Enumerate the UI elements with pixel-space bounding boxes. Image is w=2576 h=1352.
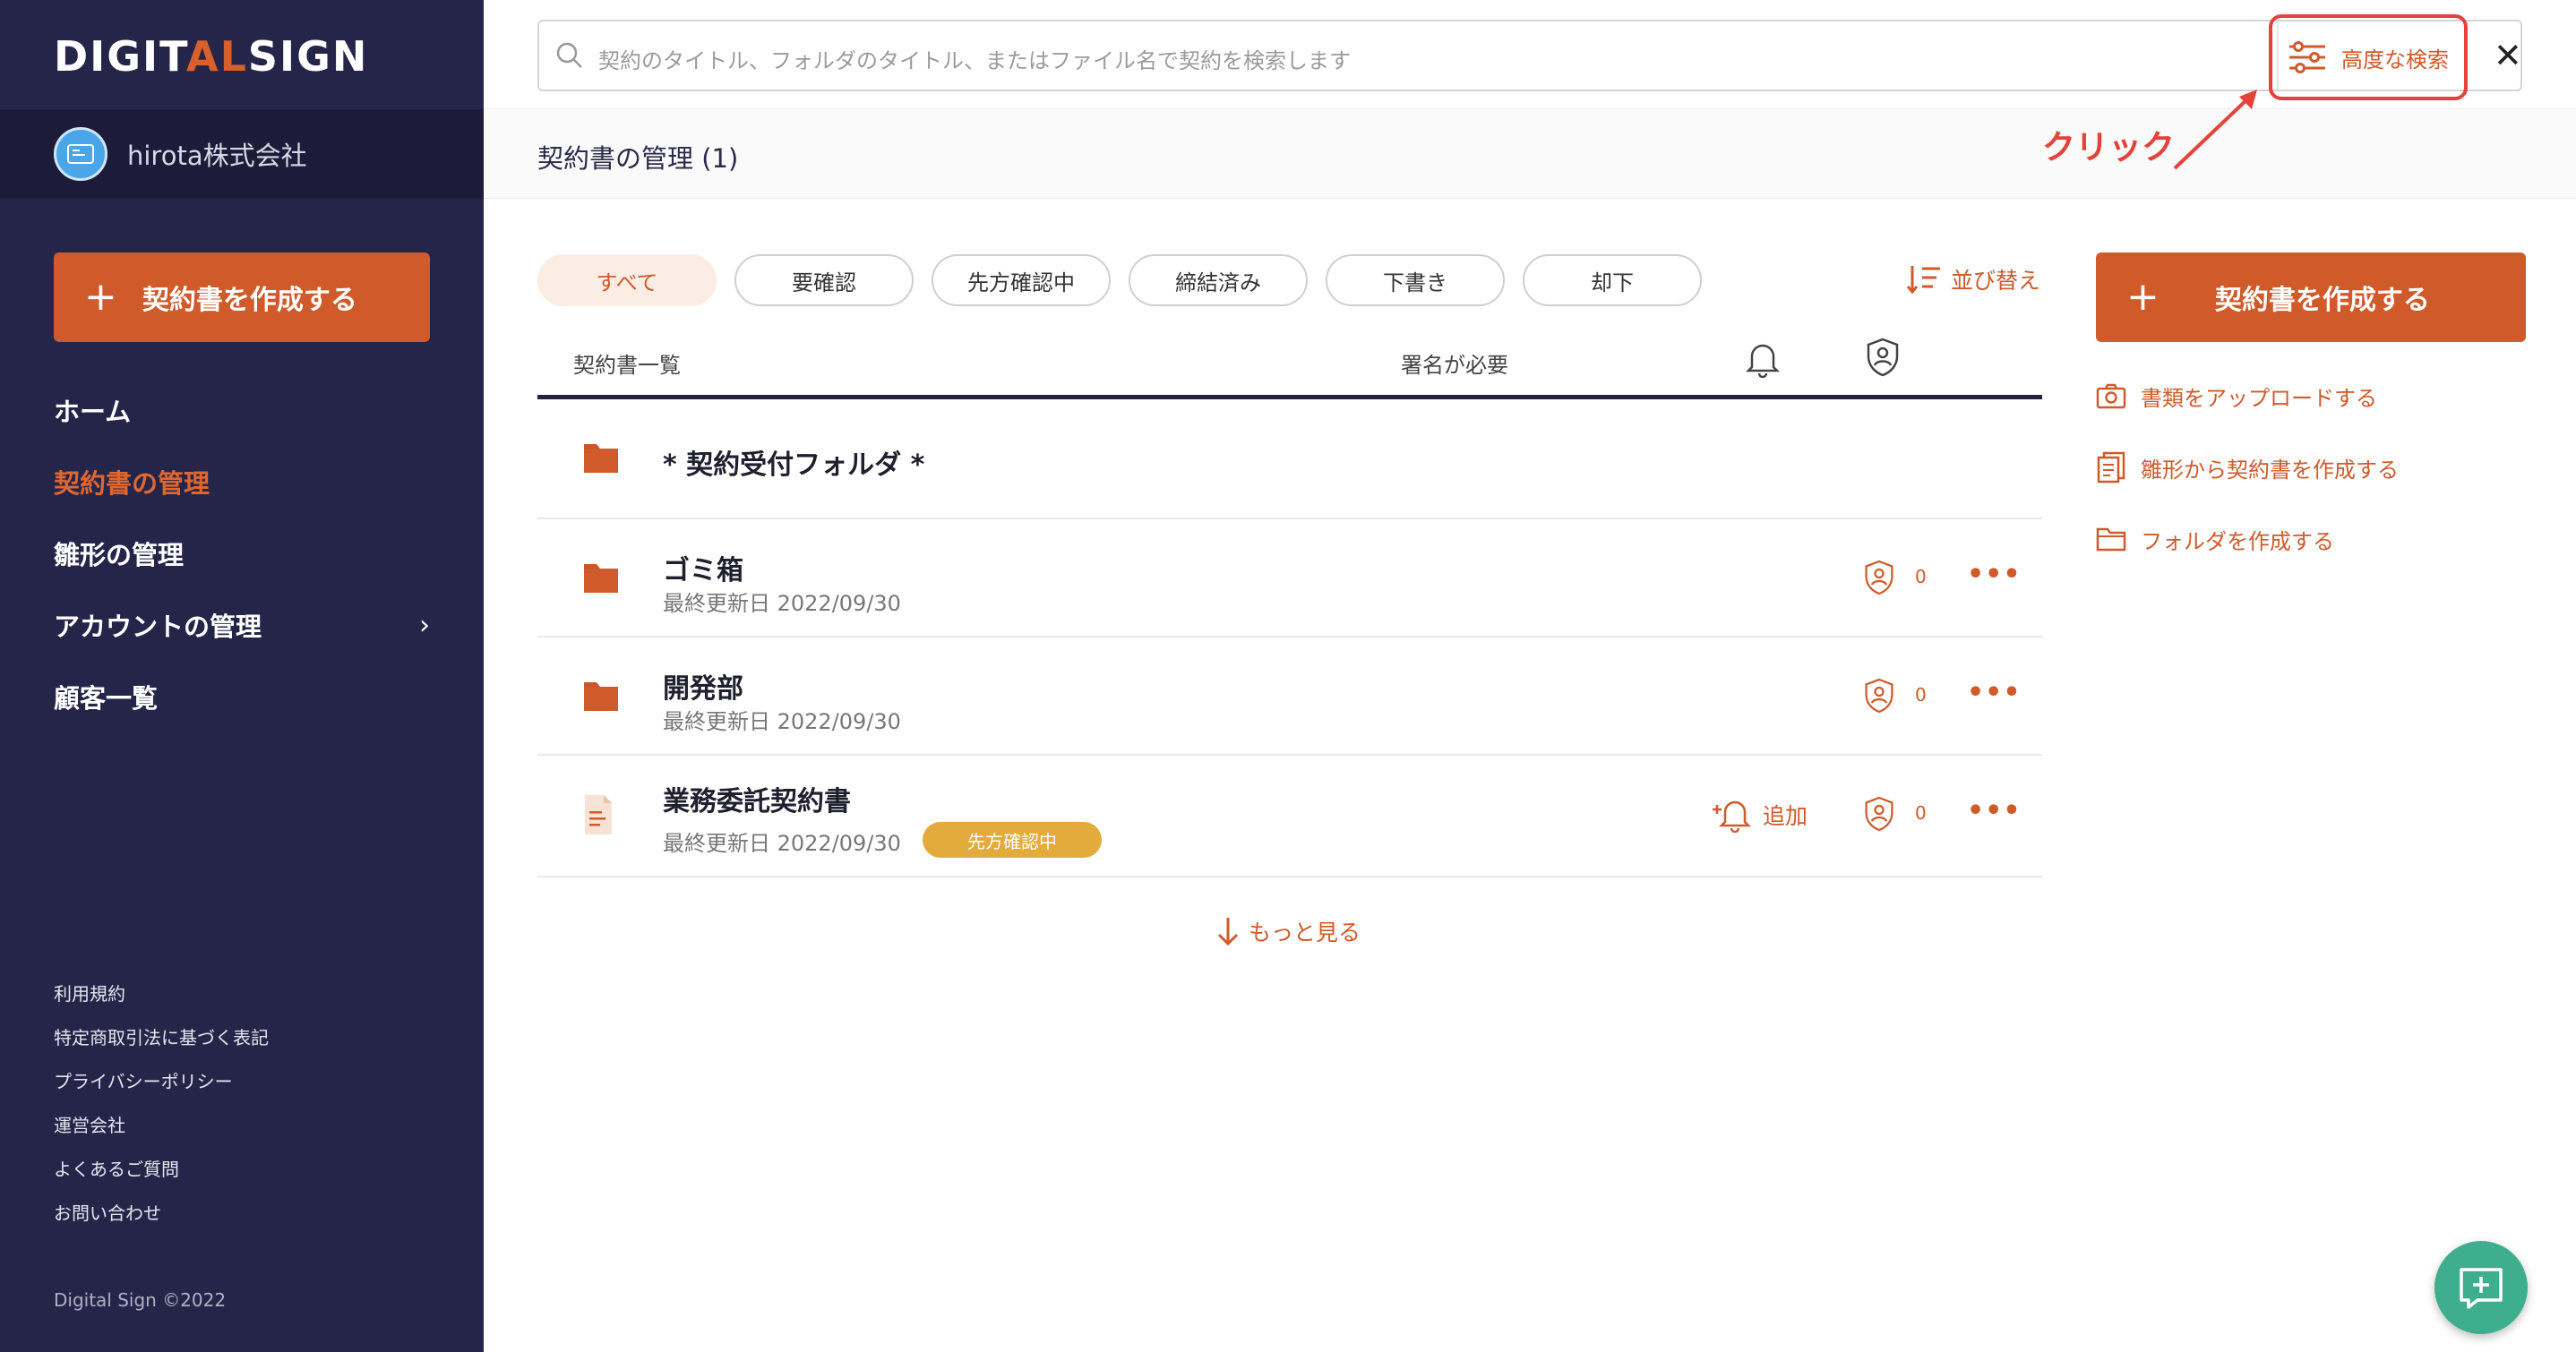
upload-document-link[interactable]: 書類をアップロードする <box>2096 360 2399 432</box>
footer-link-terms[interactable]: 利用規約 <box>54 971 269 1014</box>
plus-icon: + <box>2126 274 2160 320</box>
nav-item-label: 顧客一覧 <box>54 683 159 714</box>
chevron-right-icon: › <box>419 609 430 641</box>
close-icon[interactable]: ✕ <box>2494 36 2522 75</box>
nav-item-label: 雛形の管理 <box>54 540 185 570</box>
advanced-search-button[interactable]: 高度な検索 <box>2269 14 2468 100</box>
nav-item-label: ホーム <box>54 397 132 427</box>
load-more-button[interactable]: もっと見る <box>1216 915 1361 947</box>
folder-icon <box>584 444 618 473</box>
app-logo[interactable]: DIGITALSIGN <box>54 32 368 81</box>
footer-link-company[interactable]: 運営会社 <box>54 1102 269 1146</box>
add-reminder-button[interactable]: 追加 <box>1711 797 1807 833</box>
chat-plus-icon <box>2460 1268 2503 1309</box>
row-title: 開発部 <box>663 673 743 705</box>
row-date: 最終更新日 2022/09/30 <box>663 709 901 734</box>
signer-count: 0 <box>1915 802 1927 824</box>
row-title: 業務委託契約書 <box>663 786 851 817</box>
shield-user-icon <box>1865 796 1893 832</box>
create-folder-link[interactable]: フォルダを作成する <box>2096 503 2399 575</box>
row-title: * 契約受付フォルダ * <box>663 449 925 481</box>
feedback-chat-button[interactable] <box>2434 1241 2528 1334</box>
nav-item-contracts[interactable]: 契約書の管理 <box>54 446 430 518</box>
sidebar-nav: ホーム 契約書の管理 雛形の管理 アカウントの管理 › 顧客一覧 <box>54 374 430 732</box>
more-options-icon[interactable]: ••• <box>1967 795 2022 826</box>
folder-icon <box>584 682 618 711</box>
row-date: 最終更新日 2022/09/30 <box>663 591 901 616</box>
row-date: 最終更新日 2022/09/30 <box>663 831 901 856</box>
footer-link-contact[interactable]: お問い合わせ <box>54 1190 269 1234</box>
row-title: ゴミ箱 <box>663 555 743 586</box>
create-contract-button[interactable]: + 契約書を作成する <box>54 252 430 342</box>
footer-link-faq[interactable]: よくあるご質問 <box>54 1146 269 1190</box>
tab-all[interactable]: すべて <box>537 254 717 306</box>
folder-icon <box>584 564 618 593</box>
tab-rejected[interactable]: 却下 <box>1523 254 1702 306</box>
column-header-list: 契約書一覧 <box>573 353 681 378</box>
page-title: 契約書の管理 (1) <box>537 143 739 174</box>
search-icon <box>556 42 582 68</box>
create-contract-button-right[interactable]: + 契約書を作成する <box>2096 252 2526 342</box>
table-row[interactable]: 開発部 最終更新日 2022/09/30 0 ••• <box>537 637 2042 756</box>
column-header-sign: 署名が必要 <box>1401 353 1508 378</box>
create-contract-label: 契約書を作成する <box>142 285 357 316</box>
company-switcher[interactable]: hirota株式会社 <box>0 109 484 199</box>
load-more-label: もっと見る <box>1249 920 1361 946</box>
footer-link-privacy[interactable]: プライバシーポリシー <box>54 1058 269 1102</box>
search-box[interactable]: 契約のタイトル、フォルダのタイトル、またはファイル名で契約を検索します <box>537 20 2522 91</box>
nav-item-home[interactable]: ホーム <box>54 374 430 446</box>
upload-document-label: 書類をアップロードする <box>2141 385 2377 411</box>
plus-icon: + <box>84 274 117 320</box>
tab-concluded[interactable]: 締結済み <box>1129 254 1308 306</box>
document-icon <box>585 795 612 834</box>
sort-label: 並び替え <box>1951 268 2041 294</box>
table-row[interactable]: 業務委託契約書 最終更新日 2022/09/30 先方確認中 追加 0 ••• <box>537 756 2042 877</box>
nav-item-label: アカウントの管理 <box>54 612 262 642</box>
annotation-arrow-icon <box>2173 90 2257 170</box>
documents-icon <box>2097 451 2125 483</box>
bell-plus-icon <box>1713 800 1752 833</box>
camera-icon <box>2096 383 2126 409</box>
more-options-icon[interactable]: ••• <box>1967 677 2022 708</box>
nav-item-customers[interactable]: 顧客一覧 <box>54 661 430 732</box>
nav-item-templates[interactable]: 雛形の管理 <box>54 518 430 589</box>
nav-item-label: 契約書の管理 <box>54 468 210 499</box>
advanced-search-label: 高度な検索 <box>2341 47 2449 73</box>
click-annotation: クリック <box>2042 128 2175 167</box>
tab-awaiting-counterparty[interactable]: 先方確認中 <box>932 254 1111 306</box>
shield-user-icon <box>1865 560 1893 595</box>
create-from-template-link[interactable]: 雛形から契約書を作成する <box>2096 432 2399 503</box>
shield-user-icon <box>1865 678 1893 714</box>
sidebar: DIGITALSIGN hirota株式会社 + 契約書を作成する ホーム 契約… <box>0 0 484 1352</box>
footer-links: 利用規約 特定商取引法に基づく表記 プライバシーポリシー 運営会社 よくあるご質… <box>54 971 269 1234</box>
bell-icon <box>1745 344 1781 378</box>
table-row[interactable]: * 契約受付フォルダ * <box>537 399 2042 519</box>
arrow-down-icon <box>1217 918 1239 946</box>
company-avatar <box>54 127 107 181</box>
create-from-template-label: 雛形から契約書を作成する <box>2141 457 2399 483</box>
sliders-icon <box>2289 41 2325 73</box>
shield-user-icon <box>1867 338 1899 377</box>
sort-icon <box>1906 266 1940 295</box>
more-options-icon[interactable]: ••• <box>1967 559 2022 590</box>
footer-link-commerce[interactable]: 特定商取引法に基づく表記 <box>54 1014 269 1058</box>
nav-item-accounts[interactable]: アカウントの管理 › <box>54 589 430 661</box>
create-contract-label: 契約書を作成する <box>2214 285 2430 316</box>
sort-button[interactable]: 並び替え <box>1906 263 2040 295</box>
table-row[interactable]: ゴミ箱 最終更新日 2022/09/30 0 ••• <box>537 519 2042 637</box>
search-input[interactable]: 契約のタイトル、フォルダのタイトル、またはファイル名で契約を検索します <box>598 43 1351 74</box>
tab-draft[interactable]: 下書き <box>1326 254 1505 306</box>
quick-actions: 書類をアップロードする 雛形から契約書を作成する フォルダを作成する <box>2096 360 2399 575</box>
copyright: Digital Sign ©2022 <box>54 1289 227 1311</box>
company-name: hirota株式会社 <box>127 141 307 171</box>
create-folder-label: フォルダを作成する <box>2141 528 2334 554</box>
signer-count: 0 <box>1915 566 1927 587</box>
add-reminder-label: 追加 <box>1763 803 1808 829</box>
status-badge: 先方確認中 <box>923 822 1102 858</box>
signer-count: 0 <box>1915 684 1927 706</box>
folder-outline-icon <box>2096 527 2126 552</box>
status-filter-tabs: すべて 要確認 先方確認中 締結済み 下書き 却下 <box>537 254 1720 306</box>
table-header: 契約書一覧 署名が必要 <box>537 335 2042 399</box>
tab-needs-review[interactable]: 要確認 <box>734 254 914 306</box>
